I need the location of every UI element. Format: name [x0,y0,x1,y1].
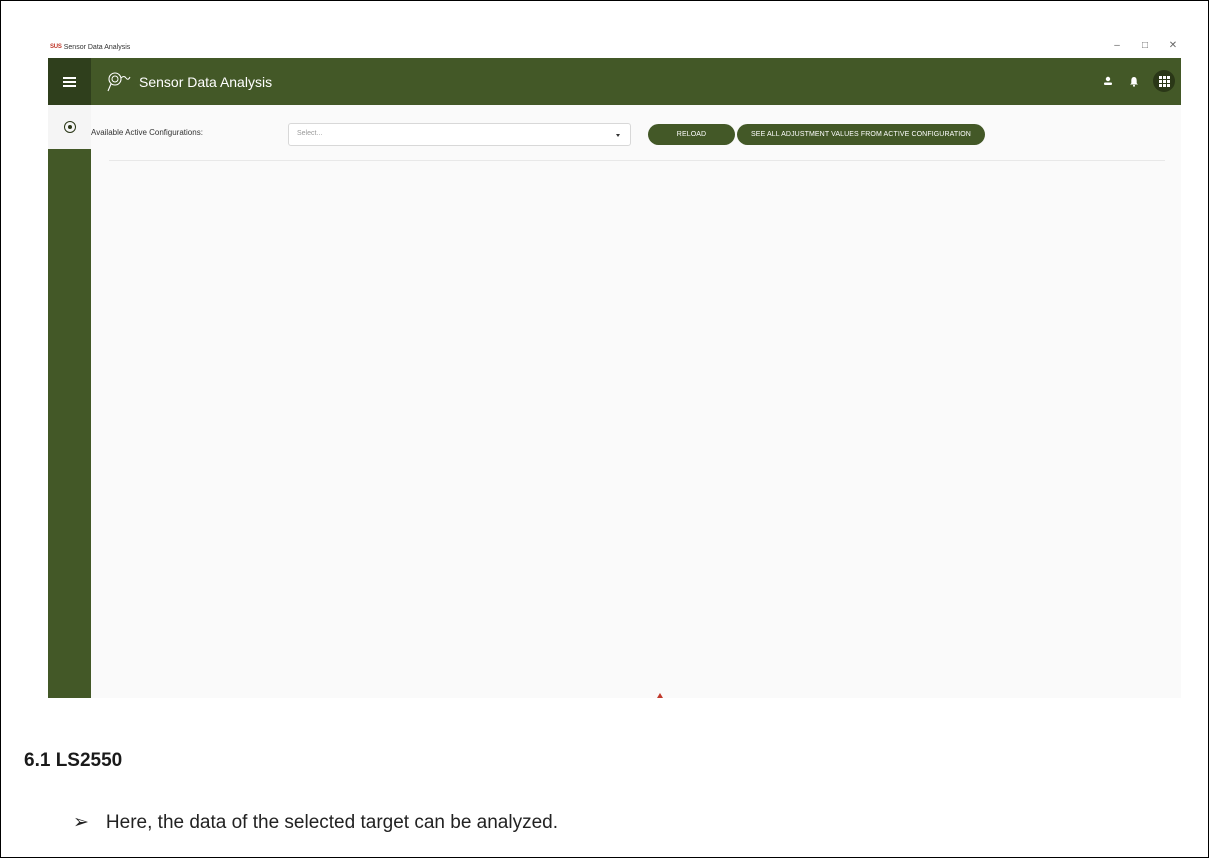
sidebar [48,105,91,698]
config-label: Available Active Configurations: [91,128,203,137]
reload-button[interactable]: RELOAD [648,124,735,145]
minimize-button[interactable]: – [1111,39,1123,53]
apps-grid-icon [1158,75,1170,87]
select-placeholder: Select... [297,130,323,137]
close-button[interactable]: ✕ [1167,39,1179,53]
sensor-logo-icon [107,71,131,91]
window-controls: – □ ✕ [1111,39,1179,53]
sidebar-item-active[interactable] [48,105,91,149]
menu-button[interactable] [48,58,91,105]
divider [109,160,1165,161]
appbar-actions [1101,70,1175,92]
app-mini-logo: SUS [50,44,62,50]
apps-button[interactable] [1153,70,1175,92]
bell-icon[interactable] [1127,74,1141,88]
app-title: Sensor Data Analysis [139,73,273,90]
bullet-text: Here, the data of the selected target ca… [105,811,558,833]
app-bar: Sensor Data Analysis [48,58,1181,105]
radio-target-icon [63,121,76,133]
configuration-select[interactable]: Select... [288,123,631,146]
window-title: Sensor Data Analysis [63,43,131,51]
main-content: Available Active Configurations: Select.… [91,105,1181,698]
maximize-button[interactable]: □ [1139,39,1151,53]
scroll-up-icon[interactable] [657,693,663,698]
see-all-adjustment-values-button[interactable]: SEE ALL ADJUSTMENT VALUES FROM ACTIVE CO… [737,124,985,145]
hamburger-icon [63,75,76,89]
section-heading: 6.1 LS2550 [24,750,123,771]
chevron-down-icon [616,134,620,137]
user-icon[interactable] [1101,74,1115,88]
window-titlebar: SUS Sensor Data Analysis – □ ✕ [48,36,1181,58]
bullet-item: ➢ Here, the data of the selected target … [73,811,558,834]
app-window: SUS Sensor Data Analysis – □ ✕ Sensor Da… [48,36,1181,698]
arrow-bullet-icon: ➢ [73,812,89,833]
